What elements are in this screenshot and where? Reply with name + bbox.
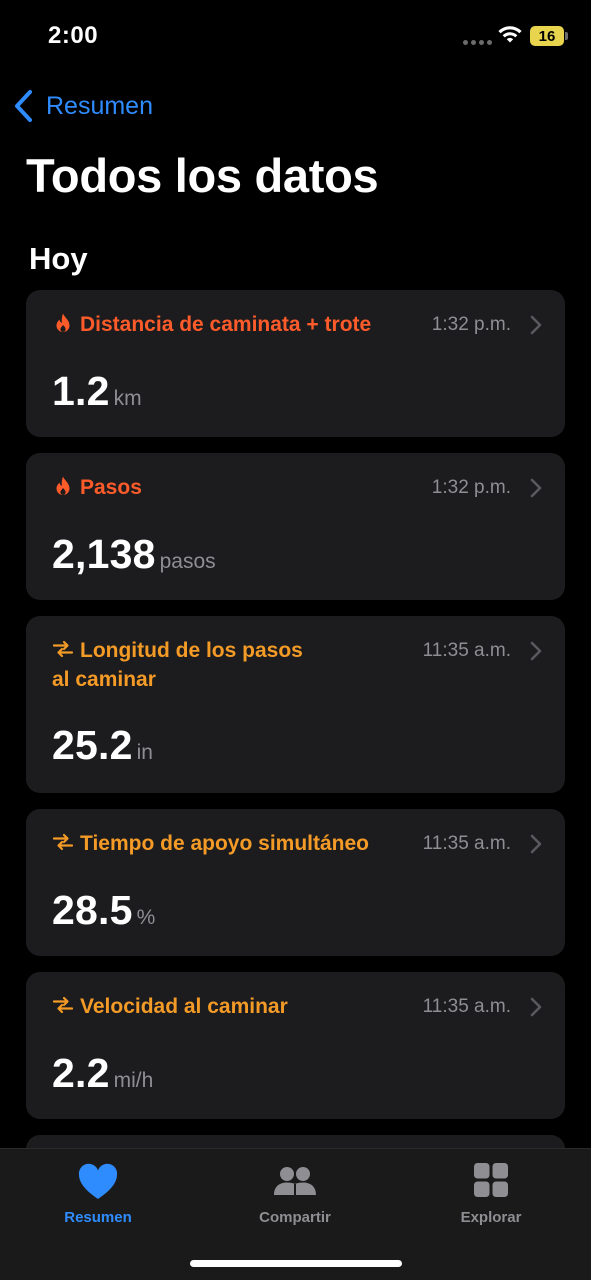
- people-icon: [274, 1167, 316, 1195]
- card-walking-step-length[interactable]: Longitud de los pasos al caminar 11:35 a…: [26, 616, 565, 793]
- card-value: 28.5: [52, 887, 133, 933]
- chevron-right-icon: [530, 478, 542, 498]
- home-indicator[interactable]: [190, 1260, 402, 1267]
- card-title: Pasos: [80, 476, 142, 499]
- card-time: 11:35 a.m.: [422, 833, 511, 854]
- battery-icon: 16: [530, 26, 568, 46]
- mobility-arrows-icon: [52, 640, 74, 658]
- card-unit: in: [136, 741, 153, 764]
- grid-icon: [474, 1163, 508, 1197]
- card-time: 11:35 a.m.: [422, 640, 511, 661]
- flame-icon: [56, 313, 70, 332]
- chevron-right-icon: [530, 997, 542, 1017]
- screen: 2:00 16 Resumen Todos los datos Hoy Dist: [0, 0, 591, 1280]
- page-title: Todos los datos: [26, 149, 379, 202]
- card-unit: pasos: [159, 550, 216, 573]
- back-label: Resumen: [46, 91, 153, 120]
- heart-icon: [78, 1163, 118, 1199]
- cellular-signal-icon: [463, 40, 492, 45]
- card-time: 11:35 a.m.: [422, 996, 511, 1017]
- chevron-right-icon: [530, 315, 542, 335]
- tab-resumen[interactable]: Resumen: [23, 1161, 173, 1226]
- tab-label: Explorar: [460, 1209, 522, 1226]
- chevron-right-icon: [530, 834, 542, 854]
- card-value: 2,138: [52, 531, 156, 577]
- card-title: Tiempo de apoyo simultáneo: [80, 832, 369, 855]
- mobility-arrows-icon: [52, 996, 74, 1014]
- card-double-support-time[interactable]: Tiempo de apoyo simultáneo 11:35 a.m. 28…: [26, 809, 565, 956]
- back-chevron-icon: [15, 90, 32, 122]
- battery-level: 16: [538, 27, 556, 45]
- card-value: 1.2: [52, 368, 110, 414]
- card-unit: km: [113, 387, 142, 410]
- card-title-line2: al caminar: [52, 668, 156, 691]
- card-title-line1: Longitud de los pasos: [80, 639, 303, 662]
- card-time: 1:32 p.m.: [431, 314, 511, 335]
- back-button[interactable]: Resumen: [12, 86, 153, 126]
- flame-icon: [56, 476, 70, 495]
- section-header-today: Hoy: [29, 241, 88, 276]
- card-value: 2.2: [52, 1050, 110, 1096]
- tab-explorar[interactable]: Explorar: [416, 1161, 566, 1226]
- card-title: Velocidad al caminar: [80, 995, 288, 1018]
- status-bar: 2:00 16: [0, 0, 591, 72]
- card-time: 1:32 p.m.: [431, 477, 511, 498]
- tab-label: Compartir: [259, 1209, 331, 1226]
- card-unit: %: [136, 906, 156, 929]
- chevron-right-icon: [530, 641, 542, 661]
- card-steps[interactable]: Pasos 1:32 p.m. 2,138 pasos: [26, 453, 565, 600]
- card-title: Distancia de caminata + trote: [80, 313, 372, 336]
- tab-label: Resumen: [64, 1209, 132, 1226]
- mobility-arrows-icon: [52, 833, 74, 851]
- status-time: 2:00: [48, 22, 99, 49]
- card-walking-speed[interactable]: Velocidad al caminar 11:35 a.m. 2.2 mi/h: [26, 972, 565, 1119]
- card-unit: mi/h: [113, 1069, 154, 1092]
- card-value: 25.2: [52, 722, 133, 768]
- card-walking-running-distance[interactable]: Distancia de caminata + trote 1:32 p.m. …: [26, 290, 565, 437]
- wifi-icon: [498, 26, 522, 43]
- tab-compartir[interactable]: Compartir: [220, 1161, 370, 1226]
